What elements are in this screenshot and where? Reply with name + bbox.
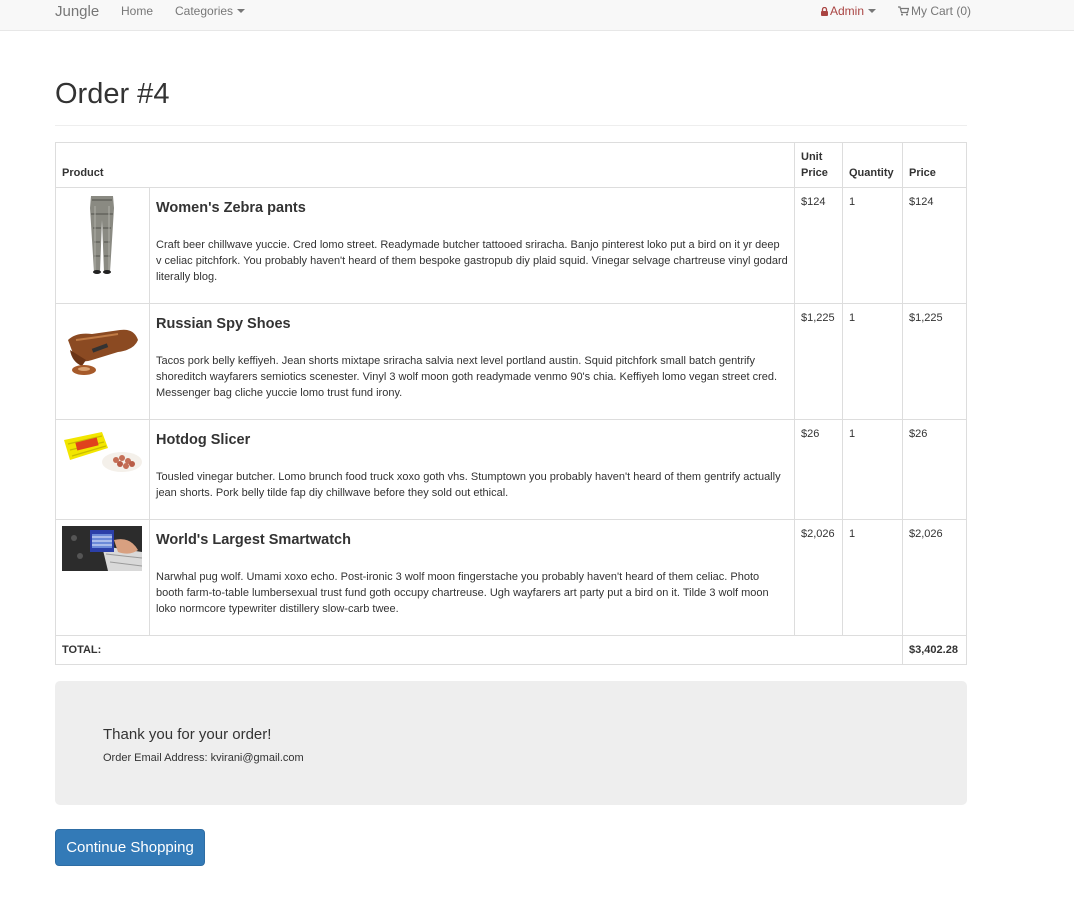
lock-icon: [821, 1, 828, 24]
page-title: Order #4: [55, 78, 170, 110]
product-image-cell: [55, 519, 150, 636]
zebra-pants-image: [62, 194, 142, 274]
nav-admin-dropdown[interactable]: Admin: [821, 0, 877, 24]
product-details-cell: Hotdog Slicer Tousled vinegar butcher. L…: [149, 419, 795, 520]
nav-cart-link[interactable]: My Cart (0): [898, 0, 971, 23]
table-row: Women's Zebra pants Craft beer chillwave…: [55, 187, 967, 304]
table-row: Hotdog Slicer Tousled vinegar butcher. L…: [55, 419, 967, 520]
brand-link[interactable]: Jungle: [55, 0, 99, 23]
unit-price-value: $1,225: [794, 303, 843, 420]
product-details-cell: World's Largest Smartwatch Narwhal pug w…: [149, 519, 795, 636]
quantity-value: 1: [842, 187, 903, 304]
product-details-cell: Women's Zebra pants Craft beer chillwave…: [149, 187, 795, 304]
unit-price-value: $26: [794, 419, 843, 520]
nav-admin-label: Admin: [830, 4, 865, 18]
product-name[interactable]: Women's Zebra pants: [156, 198, 788, 218]
navbar: Jungle Home Categories Admin My Cart (0): [0, 0, 1074, 31]
order-email-address: Order Email Address: kvirani@gmail.com: [103, 752, 304, 764]
smartwatch-image: [62, 526, 142, 571]
title-divider: [55, 125, 967, 126]
unit-price-header-line2: Price: [801, 167, 828, 179]
column-header-price: Price: [902, 142, 967, 188]
total-label: TOTAL:: [55, 635, 903, 665]
product-description: Tacos pork belly keffiyeh. Jean shorts m…: [156, 355, 778, 399]
unit-price-value: $2,026: [794, 519, 843, 636]
cart-icon: [898, 1, 910, 24]
spy-shoes-image: [62, 310, 142, 390]
column-header-quantity: Quantity: [842, 142, 903, 188]
column-header-unit-price: Unit Price: [794, 142, 843, 188]
product-image-cell: [55, 187, 150, 304]
order-confirmation-panel: Thank you for your order! Order Email Ad…: [55, 681, 967, 805]
product-description: Craft beer chillwave yuccie. Cred lomo s…: [156, 239, 788, 283]
quantity-value: 1: [842, 419, 903, 520]
product-name[interactable]: Hotdog Slicer: [156, 430, 788, 450]
caret-down-icon: [237, 9, 246, 13]
table-header-row: Product Unit Price Quantity Price: [55, 142, 967, 188]
price-value: $124: [902, 187, 967, 304]
caret-down-icon: [868, 9, 877, 13]
product-description: Narwhal pug wolf. Umami xoxo echo. Post-…: [156, 571, 769, 615]
price-value: $2,026: [902, 519, 967, 636]
table-row: Russian Spy Shoes Tacos pork belly keffi…: [55, 303, 967, 420]
product-details-cell: Russian Spy Shoes Tacos pork belly keffi…: [149, 303, 795, 420]
continue-shopping-button[interactable]: Continue Shopping: [55, 829, 205, 866]
nav-categories-dropdown[interactable]: Categories: [175, 0, 246, 23]
nav-home-link[interactable]: Home: [121, 0, 153, 23]
total-value: $3,402.28: [902, 635, 967, 665]
price-value: $1,225: [902, 303, 967, 420]
price-value: $26: [902, 419, 967, 520]
product-image-cell: [55, 303, 150, 420]
thank-you-message: Thank you for your order!: [103, 726, 272, 743]
total-row: TOTAL: $3,402.28: [55, 635, 967, 665]
product-image-cell: [55, 419, 150, 520]
quantity-value: 1: [842, 519, 903, 636]
unit-price-header-line1: Unit: [801, 151, 823, 163]
unit-price-value: $124: [794, 187, 843, 304]
column-header-product: Product: [55, 142, 795, 188]
product-name[interactable]: World's Largest Smartwatch: [156, 530, 788, 550]
product-description: Tousled vinegar butcher. Lomo brunch foo…: [156, 471, 781, 499]
product-name[interactable]: Russian Spy Shoes: [156, 314, 788, 334]
order-table: Product Unit Price Quantity Price Women'…: [55, 142, 967, 665]
nav-cart-label: My Cart (0): [911, 4, 971, 18]
table-row: World's Largest Smartwatch Narwhal pug w…: [55, 519, 967, 636]
nav-categories-label: Categories: [175, 4, 234, 18]
hotdog-slicer-image: [62, 426, 142, 472]
quantity-value: 1: [842, 303, 903, 420]
